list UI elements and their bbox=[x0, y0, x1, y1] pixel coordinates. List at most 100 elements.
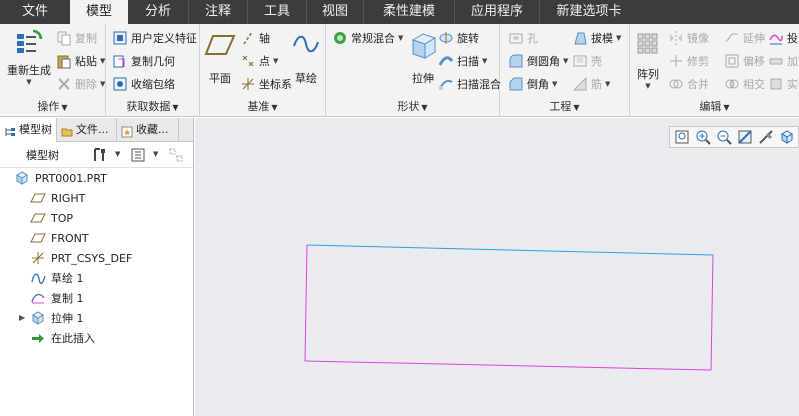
chamfer-button[interactable]: 倒角 ▼ bbox=[508, 76, 557, 92]
swept-blend-button[interactable]: 扫描混合 bbox=[438, 76, 501, 92]
tab-favorites[interactable]: 收藏... bbox=[117, 118, 179, 142]
tree-item-part[interactable]: PRT0001.PRT bbox=[14, 168, 107, 188]
blend-button[interactable]: 常规混合 ▼ bbox=[332, 30, 403, 46]
chevron-down-icon[interactable]: ▼ bbox=[563, 57, 568, 65]
solidify-button[interactable]: 实体化 bbox=[768, 76, 799, 92]
shrinkwrap-label: 收缩包络 bbox=[131, 78, 175, 91]
axis-button[interactable]: 轴 bbox=[240, 30, 270, 46]
chevron-down-icon[interactable]: ▼ bbox=[4, 78, 54, 86]
group-label-editing[interactable]: 编辑 ▼ bbox=[630, 99, 799, 115]
display-style-icon[interactable] bbox=[758, 129, 774, 145]
copy-geometry-button[interactable]: 复制几何 bbox=[112, 53, 175, 69]
chevron-down-icon[interactable]: ▼ bbox=[100, 57, 105, 65]
paste-button[interactable]: 粘贴 ▼ bbox=[56, 53, 105, 69]
trim-icon bbox=[668, 53, 684, 69]
tab-view[interactable]: 视图 bbox=[307, 0, 363, 24]
tab-model-tree[interactable]: 模型树 bbox=[0, 118, 57, 142]
tree-item-top[interactable]: TOP bbox=[30, 208, 73, 228]
zoom-in-icon[interactable] bbox=[695, 129, 711, 145]
tree-columns-icon[interactable] bbox=[168, 147, 184, 163]
mirror-button[interactable]: 镜像 bbox=[668, 30, 709, 46]
show-filter-icon[interactable] bbox=[130, 147, 146, 163]
folder-icon bbox=[61, 124, 73, 137]
extrude-button[interactable]: 拉伸 bbox=[406, 28, 440, 86]
draft-button[interactable]: 拔模 ▼ bbox=[572, 30, 621, 46]
tree-item-label: 在此插入 bbox=[51, 332, 95, 345]
tab-annotate[interactable]: 注释 bbox=[189, 0, 247, 24]
saved-orientations-icon[interactable] bbox=[779, 129, 795, 145]
thicken-button[interactable]: 加厚 bbox=[768, 53, 799, 69]
revolve-icon bbox=[438, 30, 454, 46]
pattern-button[interactable]: 阵列 ▼ bbox=[632, 28, 664, 90]
round-icon bbox=[508, 53, 524, 69]
offset-icon bbox=[724, 53, 740, 69]
tab-file[interactable]: 文件 bbox=[0, 0, 70, 24]
udf-button[interactable]: 用户定义特征 bbox=[112, 30, 197, 46]
plane-button[interactable]: 平面 bbox=[202, 28, 238, 86]
regenerate-button[interactable]: 重新生成 ▼ bbox=[4, 28, 54, 86]
intersect-button[interactable]: 相交 bbox=[724, 76, 765, 92]
tree-item-sketch[interactable]: 草绘 1 bbox=[30, 268, 84, 288]
tab-model[interactable]: 模型 bbox=[70, 0, 128, 24]
point-button[interactable]: 点 ▼ bbox=[240, 53, 278, 69]
rib-button[interactable]: 筋 ▼ bbox=[572, 76, 610, 92]
group-label-datum[interactable]: 基准 ▼ bbox=[200, 99, 325, 115]
shell-button[interactable]: 壳 bbox=[572, 53, 602, 69]
chevron-down-icon[interactable]: ▼ bbox=[273, 57, 278, 65]
tree-item-insert-here[interactable]: 在此插入 bbox=[30, 328, 95, 348]
offset-button[interactable]: 偏移 bbox=[724, 53, 765, 69]
extend-button[interactable]: 延伸 bbox=[724, 30, 765, 46]
graphics-viewport[interactable] bbox=[195, 118, 799, 416]
refit-icon[interactable] bbox=[674, 129, 690, 145]
tree-item-extrude[interactable]: 拉伸 1 bbox=[30, 308, 84, 328]
sweep-button[interactable]: 扫描 ▼ bbox=[438, 53, 487, 69]
tree-item-csys[interactable]: PRT_CSYS_DEF bbox=[30, 248, 132, 268]
tab-tools[interactable]: 工具 bbox=[248, 0, 306, 24]
project-button[interactable]: 投影 bbox=[768, 30, 799, 46]
chevron-down-icon[interactable]: ▼ bbox=[632, 82, 664, 90]
tree-item-label: FRONT bbox=[51, 231, 89, 245]
tree-settings-icon[interactable] bbox=[92, 147, 108, 163]
round-button[interactable]: 倒圆角 ▼ bbox=[508, 53, 568, 69]
chevron-down-icon[interactable]: ▼ bbox=[616, 34, 621, 42]
group-label-get-data[interactable]: 获取数据 ▼ bbox=[106, 99, 199, 115]
zoom-out-icon[interactable] bbox=[716, 129, 732, 145]
datum-plane-icon bbox=[30, 230, 46, 246]
group-label-operations[interactable]: 操作 ▼ bbox=[0, 99, 105, 115]
merge-button[interactable]: 合并 bbox=[668, 76, 709, 92]
shrinkwrap-button[interactable]: 收缩包络 bbox=[112, 76, 175, 92]
sketch-button[interactable]: 草绘 bbox=[288, 28, 324, 86]
merge-label: 合并 bbox=[687, 78, 709, 91]
expand-arrow-icon[interactable]: ▶ bbox=[19, 313, 25, 322]
group-label-engineering[interactable]: 工程 ▼ bbox=[500, 99, 629, 115]
tab-flexible-modeling[interactable]: 柔性建模 bbox=[364, 0, 454, 24]
tab-applications[interactable]: 应用程序 bbox=[455, 0, 539, 24]
csys-button[interactable]: 坐标系 bbox=[240, 76, 292, 92]
chevron-down-icon[interactable]: ▼ bbox=[115, 150, 120, 158]
delete-icon bbox=[56, 76, 72, 92]
tree-item-right[interactable]: RIGHT bbox=[30, 188, 85, 208]
tree-item-front[interactable]: FRONT bbox=[30, 228, 89, 248]
project-label: 投影 bbox=[787, 32, 799, 45]
chevron-down-icon[interactable]: ▼ bbox=[153, 150, 158, 158]
chevron-down-icon[interactable]: ▼ bbox=[482, 57, 487, 65]
tab-new-tab[interactable]: 新建选项卡 bbox=[540, 0, 638, 24]
repaint-icon[interactable] bbox=[737, 129, 753, 145]
chevron-down-icon[interactable]: ▼ bbox=[552, 80, 557, 88]
sketch-rectangle bbox=[304, 244, 714, 371]
delete-button[interactable]: 删除 ▼ bbox=[56, 76, 105, 92]
chevron-down-icon[interactable]: ▼ bbox=[398, 34, 403, 42]
copy-button[interactable]: 复制 bbox=[56, 30, 97, 46]
tree-item-copy[interactable]: 复制 1 bbox=[30, 288, 84, 308]
draft-icon bbox=[572, 30, 588, 46]
tab-file-browser[interactable]: 文件... bbox=[57, 118, 117, 142]
group-label-shapes[interactable]: 形状 ▼ bbox=[326, 99, 499, 115]
hole-button[interactable]: 孔 bbox=[508, 30, 538, 46]
tab-analysis[interactable]: 分析 bbox=[128, 0, 188, 24]
revolve-button[interactable]: 旋转 bbox=[438, 30, 479, 46]
pattern-label: 阵列 bbox=[637, 68, 659, 81]
trim-button[interactable]: 修剪 bbox=[668, 53, 709, 69]
chevron-down-icon[interactable]: ▼ bbox=[100, 80, 105, 88]
mirror-icon bbox=[668, 30, 684, 46]
chevron-down-icon[interactable]: ▼ bbox=[605, 80, 610, 88]
